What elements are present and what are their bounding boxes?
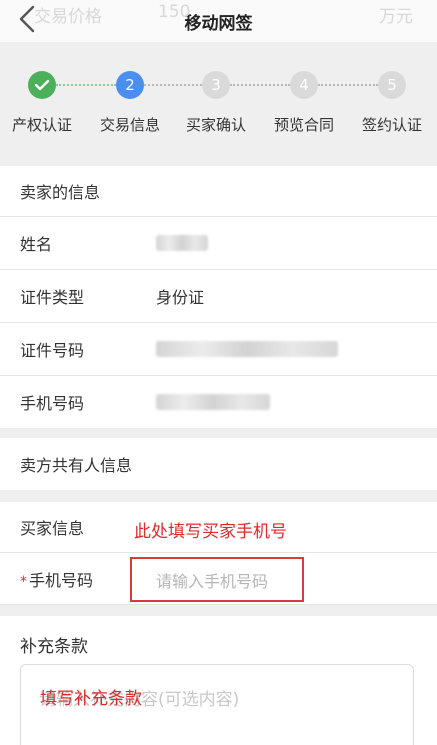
seller-name-row: 姓名 xyxy=(0,217,437,269)
co-owner-section-title: 卖方共有人信息 xyxy=(20,456,133,475)
step-5-circle: 5 xyxy=(378,71,406,99)
supplement-section-title: 补充条款 xyxy=(20,637,88,657)
required-mark: * xyxy=(20,574,27,590)
seller-phone-row: 手机号码 xyxy=(0,376,437,428)
seller-id-type-value: 身份证 xyxy=(156,288,205,307)
page-title: 移动网签 xyxy=(184,13,253,34)
step-connector-1 xyxy=(56,84,116,86)
seller-phone-label: 手机号码 xyxy=(20,394,85,413)
seller-section-header: 卖家的信息 xyxy=(0,166,437,216)
chevron-left-icon xyxy=(19,5,35,33)
supplement-annotation: 填写补充条款 xyxy=(40,689,142,709)
scrolled-price-unit: 万元 xyxy=(379,7,413,27)
step-4-label: 预览合同 xyxy=(273,116,334,134)
seller-id-type-label: 证件类型 xyxy=(20,288,85,307)
co-owner-section[interactable]: 卖方共有人信息 xyxy=(0,438,437,490)
seller-id-number-value xyxy=(156,341,338,357)
scrolled-price-value: 150 xyxy=(158,2,191,22)
step-1-circle xyxy=(28,71,56,99)
seller-section-title: 卖家的信息 xyxy=(20,183,101,202)
step-connector-3 xyxy=(230,84,290,86)
buyer-phone-label-wrap: * 手机号码 xyxy=(0,567,136,591)
divider xyxy=(0,604,437,605)
buyer-section-title: 买家信息 xyxy=(20,519,85,538)
step-1-label: 产权认证 xyxy=(11,116,72,134)
scrolled-price-label: 交易价格 xyxy=(34,7,102,27)
step-5-label: 签约认证 xyxy=(361,116,422,134)
nav-bar: 交易价格 150 万元 移动网签 xyxy=(0,0,437,42)
buyer-phone-annotation: 此处填写买家手机号 xyxy=(134,522,287,542)
step-2-label: 交易信息 xyxy=(99,116,160,134)
step-3-label: 买家确认 xyxy=(185,116,246,134)
progress-steps: 2 3 4 5 产权认证 交易信息 买家确认 预览合同 签约认证 xyxy=(0,42,437,162)
step-2-circle: 2 xyxy=(116,71,144,99)
seller-id-number-label: 证件号码 xyxy=(20,341,85,360)
seller-id-number-row: 证件号码 xyxy=(0,323,437,375)
back-button[interactable] xyxy=(12,4,42,34)
seller-id-type-row: 证件类型 身份证 xyxy=(0,270,437,322)
buyer-phone-input[interactable]: 请输入手机号码 xyxy=(130,557,304,602)
step-connector-4 xyxy=(318,84,378,86)
step-connector-2 xyxy=(144,84,202,86)
seller-phone-value xyxy=(156,394,270,410)
step-3-circle: 3 xyxy=(202,71,230,99)
seller-name-label: 姓名 xyxy=(20,235,53,254)
seller-name-value xyxy=(156,235,208,251)
check-icon xyxy=(34,79,50,91)
buyer-phone-label: 手机号码 xyxy=(29,571,94,590)
step-4-circle: 4 xyxy=(290,71,318,99)
